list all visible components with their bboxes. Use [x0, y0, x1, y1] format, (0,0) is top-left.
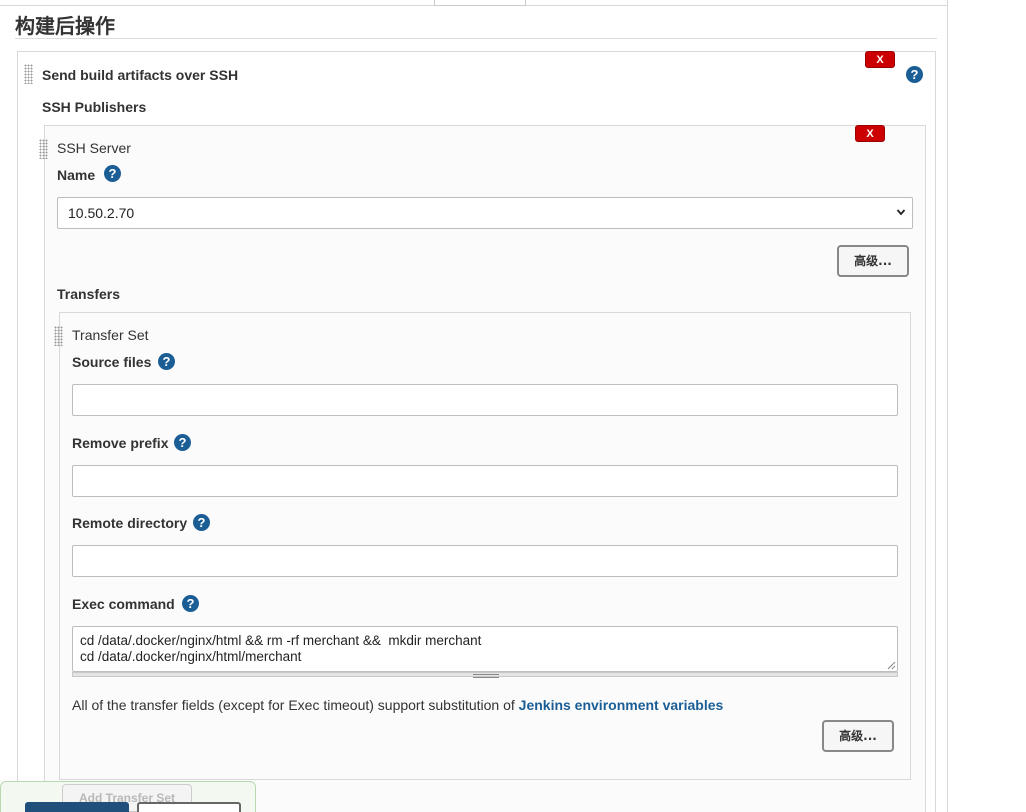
- save-button[interactable]: [25, 802, 129, 812]
- server-name-value: 10.50.2.70: [68, 205, 135, 221]
- ssh-server-title: SSH Server: [57, 140, 131, 156]
- exec-command-label: Exec command: [72, 596, 175, 612]
- env-variables-link[interactable]: Jenkins environment variables: [519, 697, 724, 713]
- substitution-info-text: All of the transfer fields (except for E…: [72, 697, 519, 713]
- help-icon[interactable]: ?: [193, 514, 210, 531]
- remove-prefix-input[interactable]: [72, 465, 898, 497]
- help-icon[interactable]: ?: [906, 66, 923, 83]
- source-files-label: Source files: [72, 354, 152, 370]
- remove-prefix-label: Remove prefix: [72, 435, 169, 451]
- source-files-input[interactable]: [72, 384, 898, 416]
- resize-handle-icon[interactable]: [886, 660, 896, 670]
- server-name-select[interactable]: 10.50.2.70: [57, 197, 913, 229]
- grip-lines-icon: [473, 674, 499, 678]
- name-label: Name: [57, 167, 96, 183]
- apply-button[interactable]: [137, 802, 241, 812]
- drag-handle-icon[interactable]: [39, 139, 48, 159]
- section-title: 构建后操作: [15, 14, 115, 38]
- transfer-set-title: Transfer Set: [72, 327, 149, 343]
- publisher-title: Send build artifacts over SSH: [42, 67, 239, 83]
- substitution-info: All of the transfer fields (except for E…: [72, 697, 723, 713]
- drag-handle-icon[interactable]: [54, 326, 63, 346]
- remote-directory-input[interactable]: [72, 545, 898, 577]
- chevron-down-icon: [896, 209, 906, 216]
- transfers-label: Transfers: [57, 286, 121, 302]
- textarea-expand-grip[interactable]: [72, 672, 898, 678]
- help-icon[interactable]: ?: [158, 353, 175, 370]
- section-divider: [15, 38, 937, 39]
- server-advanced-button[interactable]: 高级...: [837, 245, 909, 277]
- top-tab[interactable]: [434, 0, 526, 6]
- page: 构建后操作 Send build artifacts over SSH X ? …: [0, 0, 1026, 812]
- drag-handle-icon[interactable]: [24, 64, 33, 84]
- transfer-advanced-button[interactable]: 高级...: [822, 720, 894, 752]
- delete-server-button[interactable]: X: [855, 125, 885, 142]
- exec-command-textarea[interactable]: cd /data/.docker/nginx/html && rm -rf me…: [72, 626, 898, 672]
- help-icon[interactable]: ?: [104, 165, 121, 182]
- delete-publisher-button[interactable]: X: [865, 51, 895, 68]
- help-icon[interactable]: ?: [182, 595, 199, 612]
- ssh-publishers-label: SSH Publishers: [42, 99, 147, 115]
- remote-directory-label: Remote directory: [72, 515, 188, 531]
- help-icon[interactable]: ?: [174, 434, 191, 451]
- config-panel: 构建后操作 Send build artifacts over SSH X ? …: [0, 0, 948, 812]
